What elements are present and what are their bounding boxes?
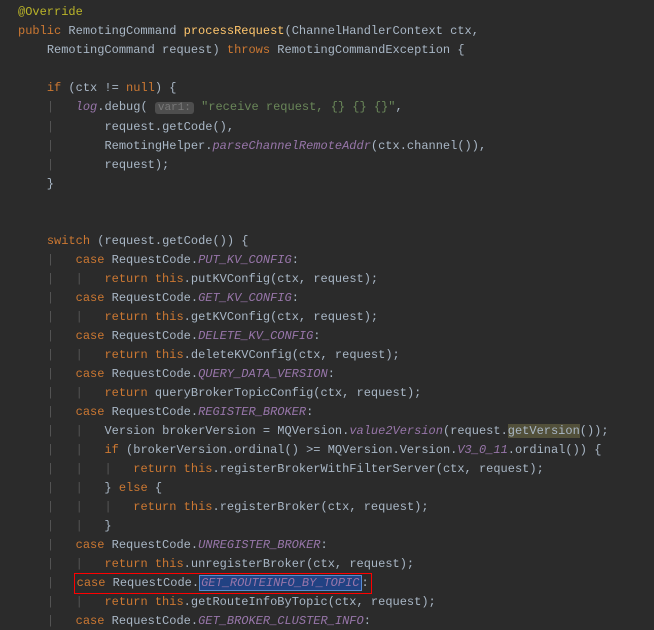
selected-identifier: GET_ROUTEINFO_BY_TOPIC (199, 575, 361, 591)
code-line: | log.debug( var1: "receive request, {} … (3, 98, 654, 118)
code-line: | case RequestCode.GET_BROKER_CLUSTER_IN… (3, 612, 654, 630)
code-line: | request); (3, 156, 654, 175)
code-line: | | return this.getRouteInfoByTopic(ctx,… (3, 593, 654, 612)
code-line: | | return this.unregisterBroker(ctx, re… (3, 555, 654, 574)
code-line: | | } else { (3, 479, 654, 498)
code-line: | | return queryBrokerTopicConfig(ctx, r… (3, 384, 654, 403)
method-name: processRequest (184, 24, 285, 38)
code-line: | | return this.getKVConfig(ctx, request… (3, 308, 654, 327)
code-line: if (ctx != null) { (3, 79, 654, 98)
code-line: switch (request.getCode()) { (3, 232, 654, 251)
field-log: log (76, 100, 98, 114)
param-hint: var1: (155, 102, 194, 114)
code-line: | | return this.deleteKVConfig(ctx, requ… (3, 346, 654, 365)
string-literal: "receive request, {} {} {}" (201, 100, 395, 114)
code-line: | request.getCode(), (3, 118, 654, 137)
code-line: | | | return this.registerBrokerWithFilt… (3, 460, 654, 479)
warning-highlight: getVersion (508, 424, 580, 438)
code-line: | case RequestCode.QUERY_DATA_VERSION: (3, 365, 654, 384)
code-line: | | if (brokerVersion.ordinal() >= MQVer… (3, 441, 654, 460)
code-line: public RemotingCommand processRequest(Ch… (3, 22, 654, 41)
code-line: @Override (3, 3, 654, 22)
code-line: | | Version brokerVersion = MQVersion.va… (3, 422, 654, 441)
blank-line (3, 213, 654, 232)
code-line: | case RequestCode.DELETE_KV_CONFIG: (3, 327, 654, 346)
annotation: @Override (18, 5, 83, 19)
code-line: | case RequestCode.GET_KV_CONFIG: (3, 289, 654, 308)
code-line: RemotingCommand request) throws Remoting… (3, 41, 654, 60)
code-line: | case RequestCode.UNREGISTER_BROKER: (3, 536, 654, 555)
code-line: } (3, 175, 654, 194)
code-line: | case RequestCode.PUT_KV_CONFIG: (3, 251, 654, 270)
code-line: | RemotingHelper.parseChannelRemoteAddr(… (3, 137, 654, 156)
code-line: | | } (3, 517, 654, 536)
blank-line (3, 194, 654, 213)
code-line: | case RequestCode.GET_ROUTEINFO_BY_TOPI… (3, 574, 654, 593)
code-line: | | return this.putKVConfig(ctx, request… (3, 270, 654, 289)
highlighted-case: case RequestCode.GET_ROUTEINFO_BY_TOPIC: (74, 573, 372, 594)
code-line: | case RequestCode.REGISTER_BROKER: (3, 403, 654, 422)
blank-line (3, 60, 654, 79)
code-line: | | | return this.registerBroker(ctx, re… (3, 498, 654, 517)
